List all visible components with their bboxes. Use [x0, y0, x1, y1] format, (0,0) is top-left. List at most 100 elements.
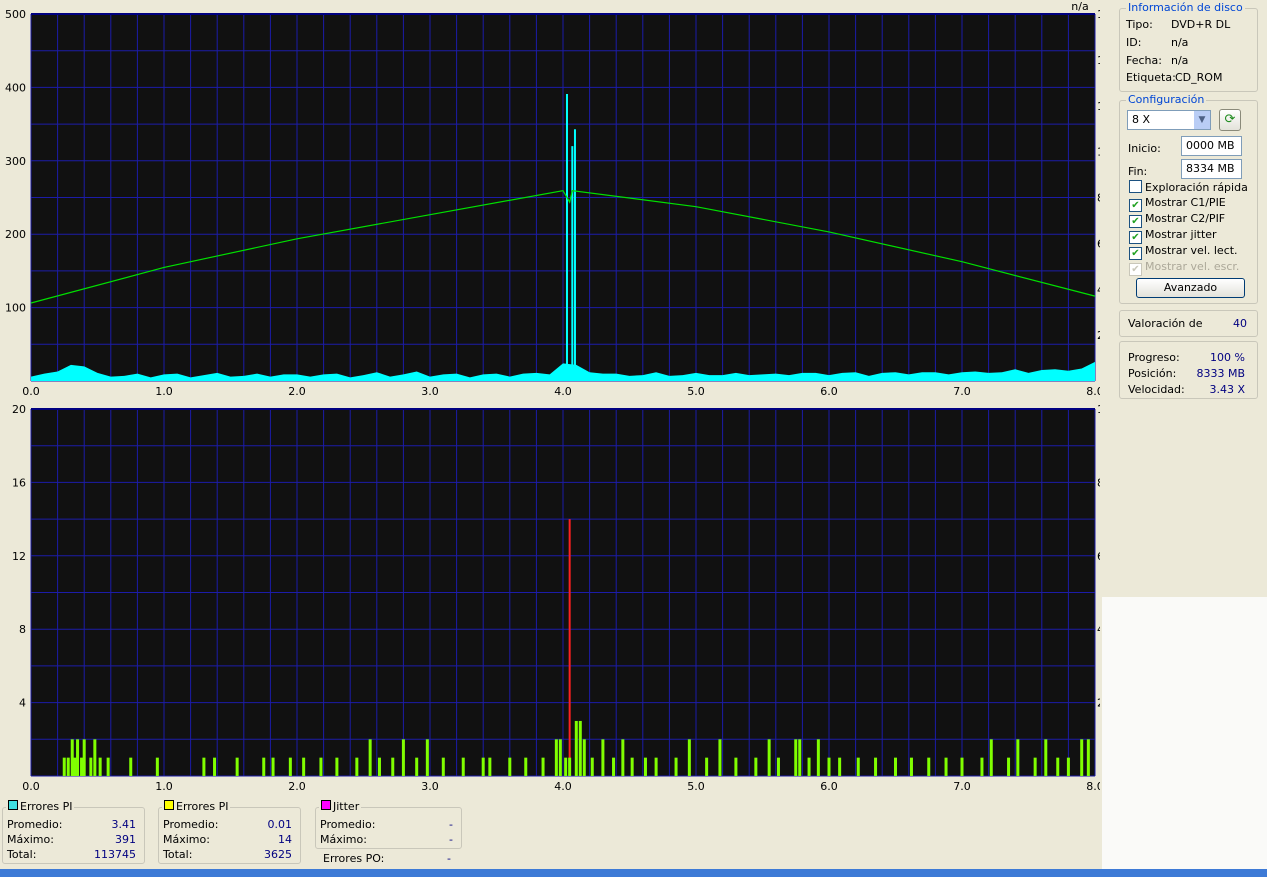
chart-0: 0.0 1.0 2.0 3.0 4.0 5.0 6.0 7.0 8.0 100 200 300 400 5… [5, 0, 1100, 398]
stats-value: 14 [278, 833, 292, 846]
pif-bar [82, 739, 86, 776]
y-right-tick-label: 8 [1097, 192, 1100, 205]
pif-bar [302, 757, 306, 776]
disc-label-label: Etiqueta: [1126, 71, 1176, 84]
end-input[interactable]: 8334 MB [1181, 159, 1242, 179]
x-tick-label: 8.0 [1086, 385, 1100, 398]
pif-bar [106, 757, 110, 776]
pif-bar [262, 757, 266, 776]
pif-bar [558, 739, 562, 776]
x-tick-label: 1.0 [155, 385, 173, 398]
disc-type-label: Tipo: [1126, 18, 1153, 31]
stats-label: Máximo: [320, 833, 367, 846]
checkbox-1[interactable]: ✔ Mostrar C1/PIE [1129, 196, 1226, 212]
speed-select[interactable]: 8 X ▼ [1127, 110, 1211, 130]
pif-bar [654, 757, 658, 776]
y-right-tick-label: 2 [1097, 697, 1100, 710]
disc-date-label: Fecha: [1126, 54, 1162, 67]
y-left-tick-label: 400 [5, 81, 26, 94]
pif-bar [1044, 739, 1048, 776]
pif-bar [76, 739, 80, 776]
x-tick-label: 4.0 [554, 385, 572, 398]
pif-bar [827, 757, 831, 776]
y-left-tick-label: 200 [5, 228, 26, 241]
checkbox-label: Mostrar jitter [1145, 228, 1217, 241]
pif-bar [718, 739, 722, 776]
pif-bar [98, 757, 102, 776]
stats-value: - [449, 833, 453, 846]
checkbox-label: Mostrar vel. escr. [1145, 260, 1240, 273]
pif-bar [1016, 739, 1020, 776]
x-tick-label: 5.0 [687, 385, 705, 398]
progress-value: 100 % [1210, 351, 1245, 364]
refresh-button[interactable]: ⟳ [1219, 109, 1241, 131]
stats-label: Promedio: [320, 818, 376, 831]
x-tick-label: 5.0 [687, 780, 705, 793]
disc-id-label: ID: [1126, 36, 1142, 49]
x-tick-label: 3.0 [421, 780, 439, 793]
pif-bar [401, 739, 405, 776]
pif-bar [541, 757, 545, 776]
pif-bar [643, 757, 647, 776]
pif-bar [70, 739, 74, 776]
rating-value: 40 [1233, 317, 1247, 330]
legend-swatch [164, 800, 174, 810]
y-right-tick-label: 10 [1097, 403, 1100, 416]
pif-bar [1066, 757, 1070, 776]
stats-label: Total: [7, 848, 37, 861]
stats-value: 391 [115, 833, 136, 846]
progress-label: Velocidad: [1128, 383, 1185, 396]
check-icon: ✔ [1129, 263, 1142, 276]
pif-bar [687, 739, 691, 776]
end-label: Fin: [1128, 165, 1148, 178]
y-left-tick-label: 20 [12, 403, 26, 416]
pif-bar [155, 757, 159, 776]
stats-value: - [449, 818, 453, 831]
checkbox-2[interactable]: ✔ Mostrar C2/PIF [1129, 212, 1225, 228]
progress-group: Progreso: 100 % Posición: 8333 MB Velocidad:… [1119, 341, 1258, 399]
checkbox-3[interactable]: ✔ Mostrar jitter [1129, 228, 1217, 244]
x-tick-label: 1.0 [155, 780, 173, 793]
x-tick-label: 4.0 [554, 780, 572, 793]
pif-bar [1033, 757, 1037, 776]
stats-title: Jitter [333, 800, 360, 813]
y-right-tick-label: 6 [1097, 237, 1100, 250]
y-right-tick-label: 14 [1097, 54, 1100, 67]
pif-bar [980, 757, 984, 776]
x-tick-label: 2.0 [288, 780, 306, 793]
pif-bar [80, 757, 84, 776]
stats-label: Promedio: [163, 818, 219, 831]
pif-bar [335, 757, 339, 776]
stats-label: Total: [163, 848, 193, 861]
pif-bar [129, 757, 133, 776]
background-panel [1102, 597, 1267, 869]
pif-bar [1086, 739, 1090, 776]
pif-bar [288, 757, 292, 776]
checkbox-4[interactable]: ✔ Mostrar vel. lect. [1129, 244, 1238, 260]
config-group: Configuración 8 X ▼ ⟳ Inicio: 0000 MB Fi… [1119, 93, 1258, 304]
legend-swatch [321, 800, 331, 810]
checkbox-0[interactable]: Exploración rápida [1129, 180, 1248, 194]
refresh-icon: ⟳ [1224, 112, 1236, 127]
rating-group: Valoración de 40 [1119, 310, 1258, 337]
pif-bar [574, 720, 578, 776]
pif-bar [368, 739, 372, 776]
pif-bar [213, 757, 217, 776]
stats-group: Jitter Promedio: - Máximo: - [315, 800, 462, 849]
stats-label: Promedio: [7, 818, 63, 831]
advanced-button[interactable]: Avanzado [1136, 278, 1245, 298]
pif-bar [568, 757, 572, 776]
y-left-tick-label: 16 [12, 476, 26, 489]
pif-bar [202, 757, 206, 776]
y-right-tick-label: 4 [1097, 283, 1100, 296]
y-left-tick-label: 12 [12, 550, 26, 563]
pif-bar [73, 757, 77, 776]
pif-bar [590, 757, 594, 776]
pif-bar [960, 757, 964, 776]
start-input[interactable]: 0000 MB [1181, 136, 1242, 156]
y-left-tick-label: 300 [5, 155, 26, 168]
stats-group: Errores PI Promedio: 0.01 Máximo: 14 Total: 36… [158, 800, 301, 864]
y-right-tick-label: 12 [1097, 100, 1100, 113]
pif-bar [612, 757, 616, 776]
progress-value: 8333 MB [1196, 367, 1245, 380]
